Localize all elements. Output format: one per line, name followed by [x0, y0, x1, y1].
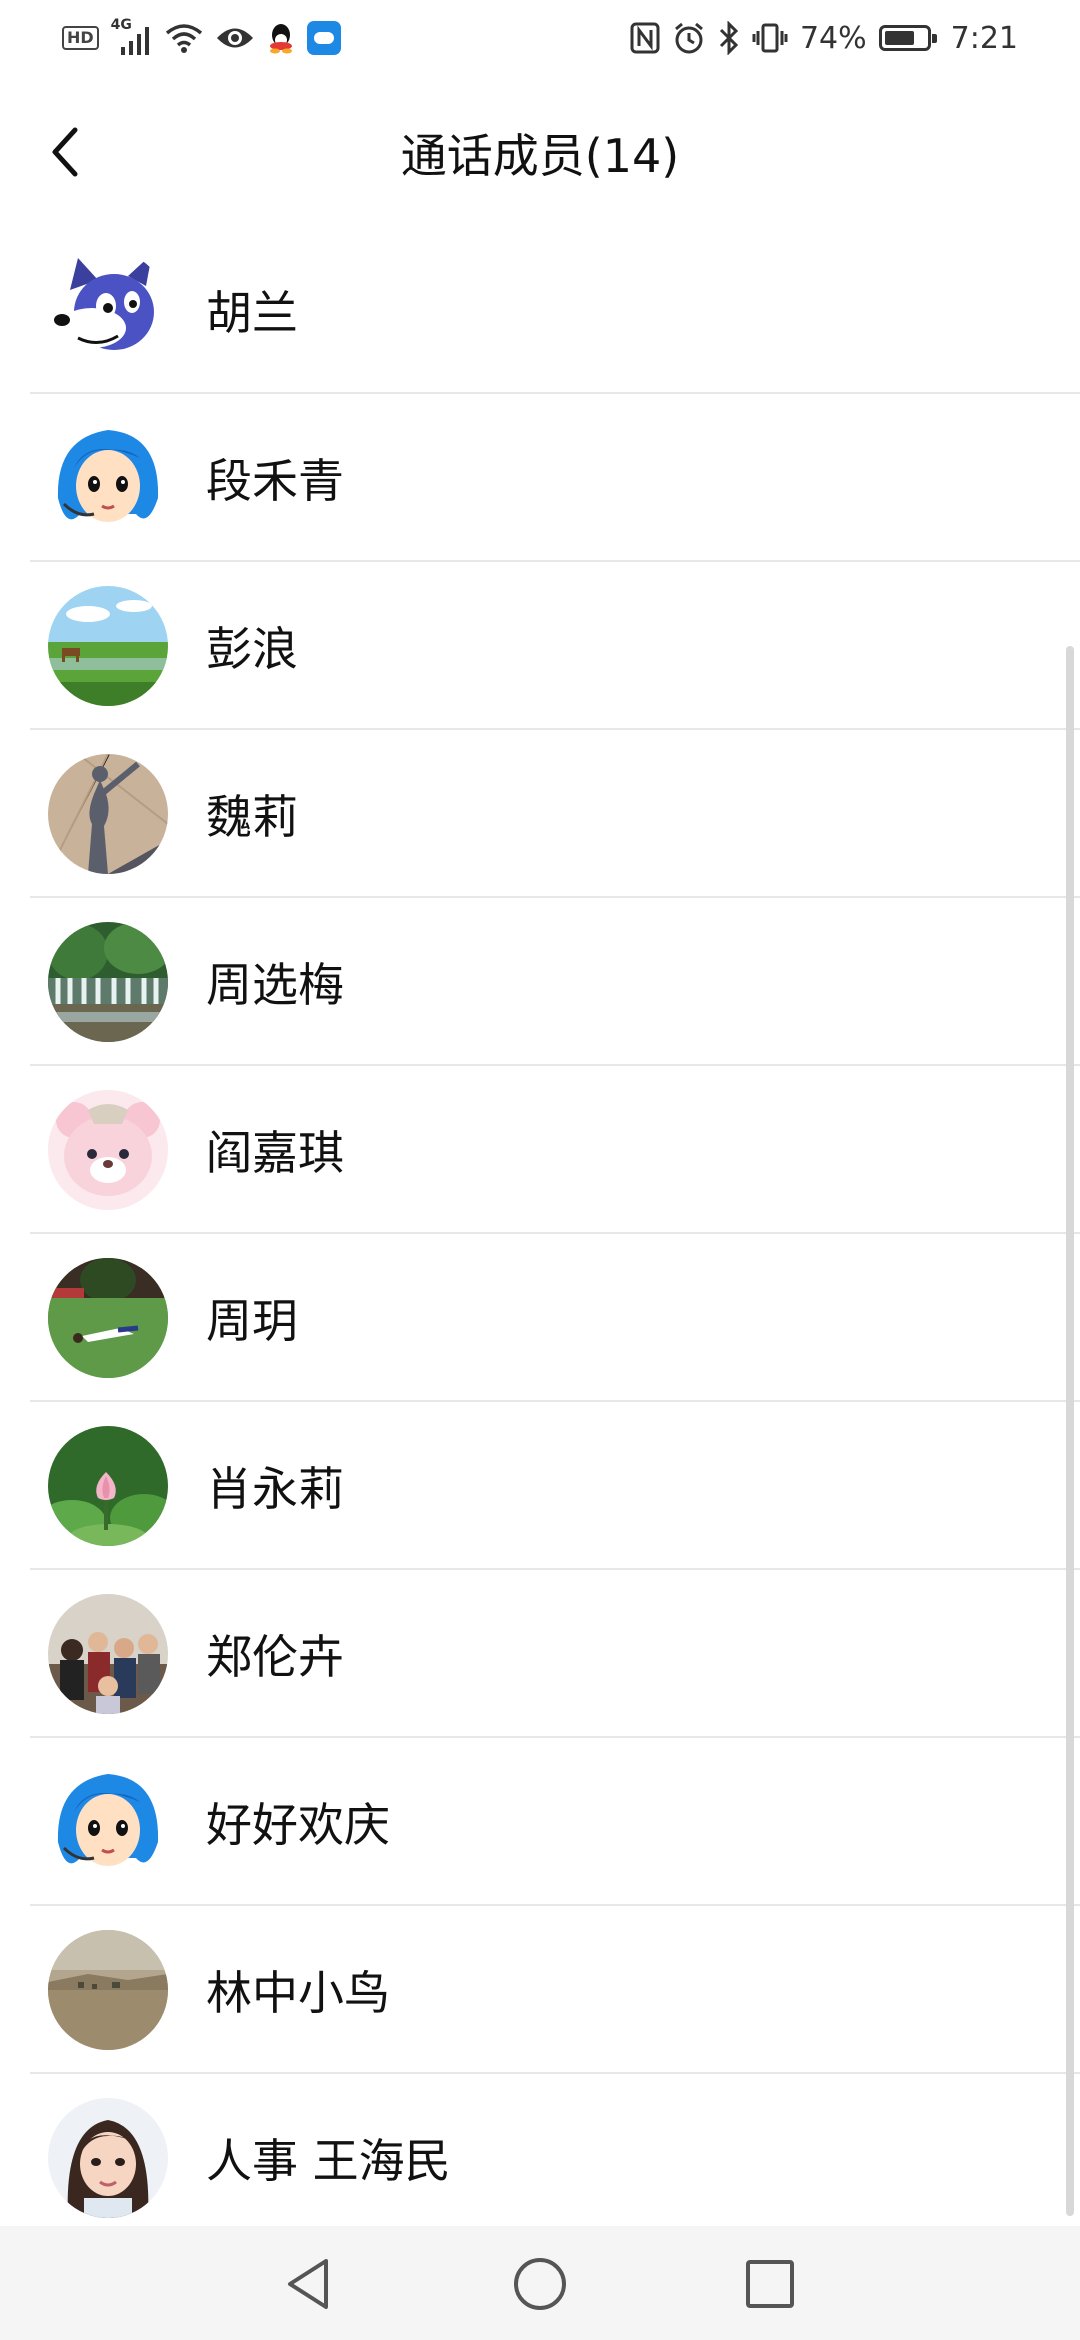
avatar[interactable] — [48, 2098, 168, 2218]
member-list[interactable]: 胡兰段禾青彭浪魏莉周选梅阎嘉琪周玥肖永莉郑伦卉好好欢庆林中小鸟人事 王海民 — [0, 226, 1080, 2226]
avatar[interactable] — [48, 1090, 168, 1210]
alarm-icon — [674, 22, 703, 54]
member-name: 人事 王海民 — [206, 2134, 451, 2188]
nav-recents-button[interactable] — [740, 2254, 800, 2314]
weather-app-icon — [306, 21, 341, 55]
battery-icon — [878, 25, 937, 51]
nav-back-icon — [288, 2259, 328, 2309]
member-row[interactable]: 肖永莉 — [0, 1402, 1080, 1570]
member-name: 林中小鸟 — [206, 1966, 390, 2020]
member-name: 肖永莉 — [206, 1462, 344, 1516]
member-row[interactable]: 人事 王海民 — [0, 2074, 1080, 2226]
avatar[interactable] — [48, 922, 168, 1042]
avatar[interactable] — [48, 1426, 168, 1546]
vibrate-icon — [752, 23, 788, 53]
system-nav-bar — [0, 2226, 1080, 2340]
member-name: 阎嘉琪 — [206, 1126, 344, 1180]
avatar[interactable] — [48, 418, 168, 538]
status-left: HD 4G — [62, 17, 341, 58]
nav-back-button[interactable] — [279, 2254, 339, 2314]
eye-icon — [216, 28, 253, 48]
member-name: 胡兰 — [206, 286, 298, 340]
bluetooth-icon — [719, 21, 739, 55]
network-type: 4G — [110, 17, 132, 33]
qq-icon — [269, 24, 292, 54]
member-name: 周玥 — [206, 1294, 298, 1348]
member-row[interactable]: 彭浪 — [0, 562, 1080, 730]
member-name: 魏莉 — [206, 790, 298, 844]
member-row[interactable]: 胡兰 — [0, 226, 1080, 394]
app-header: 通话成员(14) — [0, 76, 1080, 226]
page-title: 通话成员(14) — [400, 129, 680, 183]
avatar[interactable] — [48, 586, 168, 706]
member-row[interactable]: 段禾青 — [0, 394, 1080, 562]
battery-fill — [884, 31, 915, 45]
member-name: 段禾青 — [206, 454, 344, 508]
member-name: 好好欢庆 — [206, 1798, 390, 1852]
wifi-icon — [165, 24, 202, 53]
avatar[interactable] — [48, 754, 168, 874]
member-row[interactable]: 魏莉 — [0, 730, 1080, 898]
nfc-icon — [630, 22, 660, 54]
status-bar: HD 4G 74% 7:21 — [0, 0, 1080, 76]
member-row[interactable]: 周选梅 — [0, 898, 1080, 1066]
member-name: 郑伦卉 — [206, 1630, 344, 1684]
scrollbar[interactable] — [1066, 646, 1074, 2216]
avatar[interactable] — [48, 1930, 168, 2050]
member-name: 彭浪 — [206, 622, 298, 676]
member-row[interactable]: 阎嘉琪 — [0, 1066, 1080, 1234]
nav-recents-icon — [746, 2260, 794, 2308]
nav-home-icon — [514, 2258, 566, 2310]
member-name: 周选梅 — [206, 958, 344, 1012]
avatar[interactable] — [48, 250, 168, 370]
nav-home-button[interactable] — [510, 2254, 570, 2314]
avatar[interactable] — [48, 1762, 168, 1882]
avatar[interactable] — [48, 1594, 168, 1714]
signal-icon: 4G — [111, 17, 153, 55]
avatar[interactable] — [48, 1258, 168, 1378]
member-row[interactable]: 周玥 — [0, 1234, 1080, 1402]
member-row[interactable]: 好好欢庆 — [0, 1738, 1080, 1906]
clock: 7:21 — [950, 20, 1018, 56]
hd-icon: HD — [62, 26, 99, 50]
member-row[interactable]: 林中小鸟 — [0, 1906, 1080, 2074]
member-row[interactable]: 郑伦卉 — [0, 1570, 1080, 1738]
battery-percent: 74% — [799, 20, 867, 56]
status-right: 74% 7:21 — [630, 18, 1018, 58]
